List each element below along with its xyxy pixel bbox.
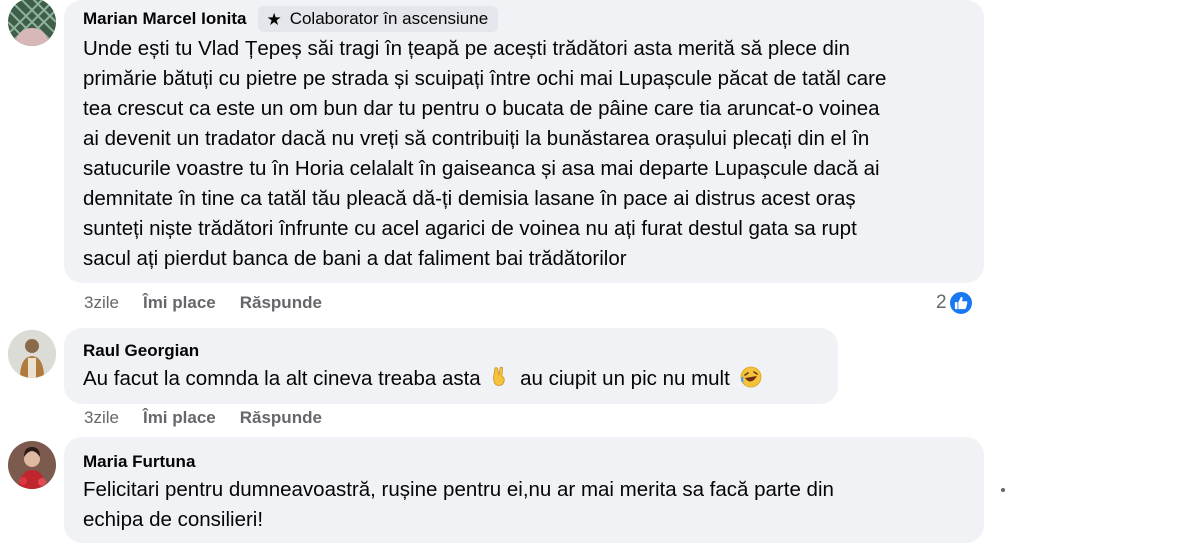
comment-line: primărie bătuți cu pietre pe strada și s… (83, 67, 887, 90)
comment-text: Au facut la comnda la alt cineva treaba … (83, 364, 820, 397)
comment-line: Unde ești tu Vlad Țepeș săi tragi în țea… (83, 37, 850, 60)
comment-line: sacul ați pierdut banca de bani a dat fa… (83, 247, 627, 270)
rolling-laughing-icon (740, 366, 762, 397)
comment-actions: 3zile Îmi place Răspunde (84, 408, 322, 428)
comment-line: satucurile voastre tu în Horia celalalt … (83, 157, 880, 180)
avatar-image (8, 330, 56, 378)
comment-line: echipa de consilieri! (83, 508, 264, 531)
comment-text-part: Au facut la comnda la alt cineva treaba … (83, 367, 481, 390)
comment-actions: 3zile Îmi place Răspunde (84, 293, 322, 313)
comment-bubble-2: Raul Georgian Au facut la comnda la alt … (64, 328, 838, 404)
comment-header: Marian Marcel Ionita ★ Colaborator în as… (83, 6, 966, 32)
contributor-badge[interactable]: ★ Colaborator în ascensiune (258, 6, 499, 32)
reply-button[interactable]: Răspunde (240, 408, 322, 428)
comment-text: Felicitari pentru dumneavoastră, rușine … (83, 475, 966, 535)
comment-line: demnitate în tine ca tatăl tău pleacă dă… (83, 187, 856, 210)
author-name[interactable]: Marian Marcel Ionita (83, 9, 246, 29)
comment-line: tea crescut ca este un om bun dar tu pen… (83, 97, 880, 120)
like-button[interactable]: Îmi place (143, 408, 216, 428)
comment-line: Felicitari pentru dumneavoastră, rușine … (83, 478, 834, 501)
badge-label: Colaborator în ascensiune (289, 9, 489, 28)
timestamp[interactable]: 3zile (84, 408, 119, 428)
comment-bubble-1: Marian Marcel Ionita ★ Colaborator în as… (64, 0, 984, 283)
comment-header: Raul Georgian (83, 339, 820, 363)
comment-line: ai devenit un tradator dacă nu vreți să … (83, 127, 870, 150)
comment-header: Maria Furtuna (83, 450, 966, 474)
reaction-summary[interactable]: 2 (936, 290, 974, 316)
avatar-raul[interactable] (8, 330, 56, 378)
star-icon: ★ (266, 9, 282, 29)
avatar-image (8, 441, 56, 489)
timestamp[interactable]: 3zile (84, 293, 119, 313)
thumbs-up-icon (947, 290, 974, 316)
reaction-count: 2 (936, 292, 947, 313)
avatar-marian[interactable] (8, 0, 56, 46)
author-name[interactable]: Maria Furtuna (83, 452, 195, 472)
comment-text-part: au ciupit un pic nu mult (520, 367, 730, 390)
author-name[interactable]: Raul Georgian (83, 341, 199, 361)
like-button[interactable]: Îmi place (143, 293, 216, 313)
victory-hand-icon (490, 366, 510, 397)
comment-bubble-3: Maria Furtuna Felicitari pentru dumneavo… (64, 437, 984, 543)
reply-button[interactable]: Răspunde (240, 293, 322, 313)
comment-line: sunteți niște trădători înfrunte cu acel… (83, 217, 857, 240)
more-options-dot[interactable] (1001, 488, 1005, 492)
avatar-maria[interactable] (8, 441, 56, 489)
comment-text: Unde ești tu Vlad Țepeș săi tragi în țea… (83, 34, 966, 274)
avatar-image (8, 0, 56, 46)
